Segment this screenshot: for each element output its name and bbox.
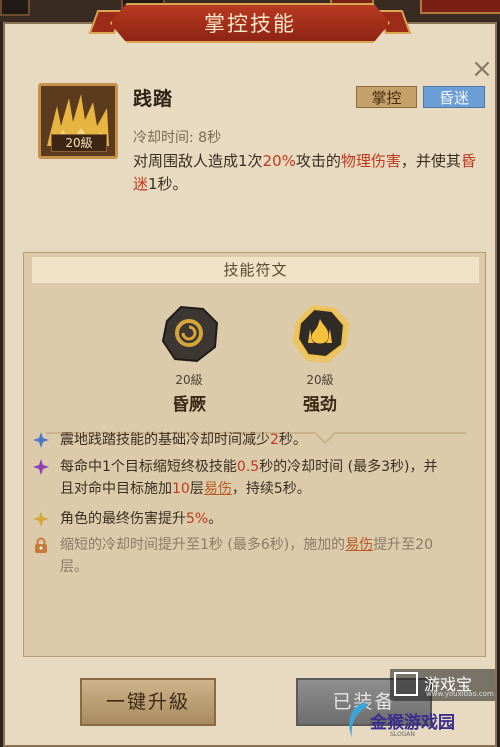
effect-item-locked: 缩短的冷却时间提升至1秒 (最多6秒)，施加的易伤提升至20层。 <box>33 534 453 582</box>
purple-star-icon <box>33 459 49 475</box>
skill-dialog: × 20級 践踏 掌控 昏迷 冷却时间: 8秒 对周围敌人造成1次20%攻击的物… <box>3 22 497 747</box>
vulnerability-link[interactable]: 易伤 <box>204 481 232 497</box>
rune-stone <box>157 301 221 365</box>
watermark-logo-icon <box>349 702 368 738</box>
effect-item: 角色的最终伤害提升5%。 <box>33 508 453 532</box>
close-button[interactable]: × <box>468 55 496 83</box>
effect-item: 每命中1个目标缩短终极技能0.5秒的冷却时间 (最多3秒)，并且对命中目标施加1… <box>33 456 453 504</box>
skill-name: 践踏 <box>133 88 174 110</box>
rune-header: 技能符文 <box>32 257 479 283</box>
rune-strong[interactable]: 20級 强劲 <box>275 301 365 415</box>
watermark-text: 金猴游戏园 <box>370 713 455 733</box>
tag-stun: 昏迷 <box>423 86 485 108</box>
effect-text: 缩短的冷却时间提升至1秒 (最多6秒)，施加的易伤提升至20层。 <box>60 537 434 575</box>
lock-icon <box>35 537 47 553</box>
desc-text: ，并使其 <box>400 152 461 170</box>
rune-level: 20級 <box>175 373 203 387</box>
desc-text: 攻击的 <box>295 152 341 170</box>
effect-item: 震地践踏技能的基础冷却时间减少2秒。 <box>33 429 453 453</box>
desc-text: 对周围敌人造成1次 <box>133 152 263 170</box>
watermark-jinhou: 金猴游戏园 SLOGAN <box>342 698 462 744</box>
skill-level-tag: 20級 <box>51 134 107 152</box>
cooldown-text: 冷却时间: 8秒 <box>133 130 222 146</box>
desc-damage-type: 物理伤害 <box>340 152 401 170</box>
effect-text: 震地践踏技能的基础冷却时间减少2秒。 <box>60 432 307 448</box>
rune-faint[interactable]: 20級 昏厥 <box>144 301 234 415</box>
effect-text: 角色的最终伤害提升5%。 <box>60 511 223 527</box>
rune-name: 昏厥 <box>172 395 206 415</box>
vulnerability-link[interactable]: 易伤 <box>345 537 373 553</box>
watermark-slogan: SLOGAN <box>390 731 415 738</box>
background-tile <box>420 0 500 14</box>
gold-star-icon <box>33 511 49 527</box>
watermark-logo-icon <box>394 672 418 696</box>
rune-stone <box>288 301 352 365</box>
effect-text: 每命中1个目标缩短终极技能0.5秒的冷却时间 (最多3秒)，并且对命中目标施加1… <box>60 459 438 497</box>
skill-icon: 20級 <box>38 83 118 159</box>
rune-section: 技能符文 20級 昏厥 20級 强劲 <box>23 252 486 657</box>
spiral-rune-icon <box>161 305 219 363</box>
skill-description: 对周围敌人造成1次20%攻击的物理伤害，并使其昏迷1秒。 <box>133 150 478 196</box>
desc-text: 1秒。 <box>148 175 188 193</box>
blue-star-icon <box>33 432 49 448</box>
watermark-youxibao: 游戏宝 www.youxibao.com <box>390 669 495 701</box>
flame-rune-icon <box>292 305 350 363</box>
background-tile <box>0 0 30 16</box>
watermark-url: www.youxibao.com <box>426 690 494 698</box>
dialog-title: 掌控技能 <box>110 3 390 43</box>
tag-control: 掌控 <box>356 86 417 108</box>
upgrade-all-button[interactable]: 一键升級 <box>80 678 216 726</box>
rune-name: 强劲 <box>303 395 337 415</box>
desc-percent: 20% <box>262 152 296 170</box>
rune-level: 20級 <box>306 373 334 387</box>
